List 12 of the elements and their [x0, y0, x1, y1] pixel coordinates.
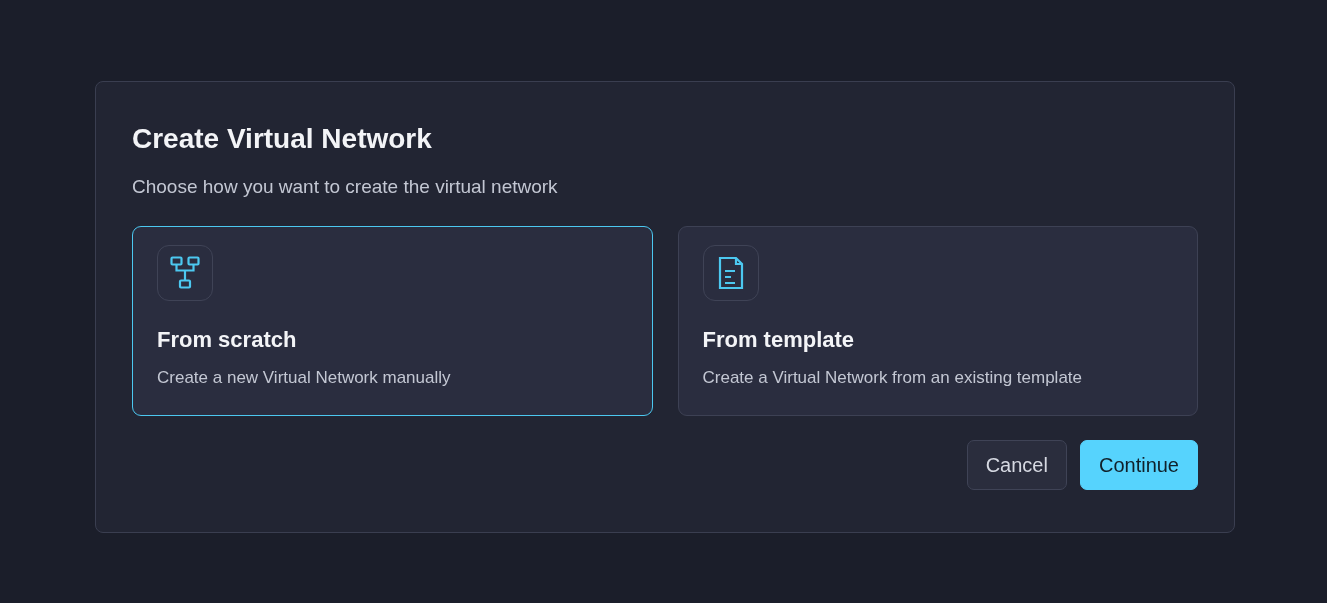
option-card[interactable]: From template Create a Virtual Network from an existing template: [677, 226, 1198, 417]
dialog-title: Create Virtual Network: [132, 122, 433, 156]
document-icon: [716, 256, 745, 291]
option-card[interactable]: From scratch Create a new Virtual Network manually: [132, 226, 653, 417]
hierarchy-icon: [170, 256, 200, 291]
option-title: From scratch: [157, 327, 298, 354]
option-title: From template: [702, 327, 856, 354]
cancel-button[interactable]: Cancel: [966, 440, 1067, 491]
option-description: Create a new Virtual Network manually: [157, 367, 452, 389]
dialog-subtitle: Choose how you want to create the virtual network: [132, 175, 559, 199]
continue-button[interactable]: Continue: [1079, 440, 1198, 491]
option-description: Create a Virtual Network from an existing template: [702, 367, 1084, 389]
